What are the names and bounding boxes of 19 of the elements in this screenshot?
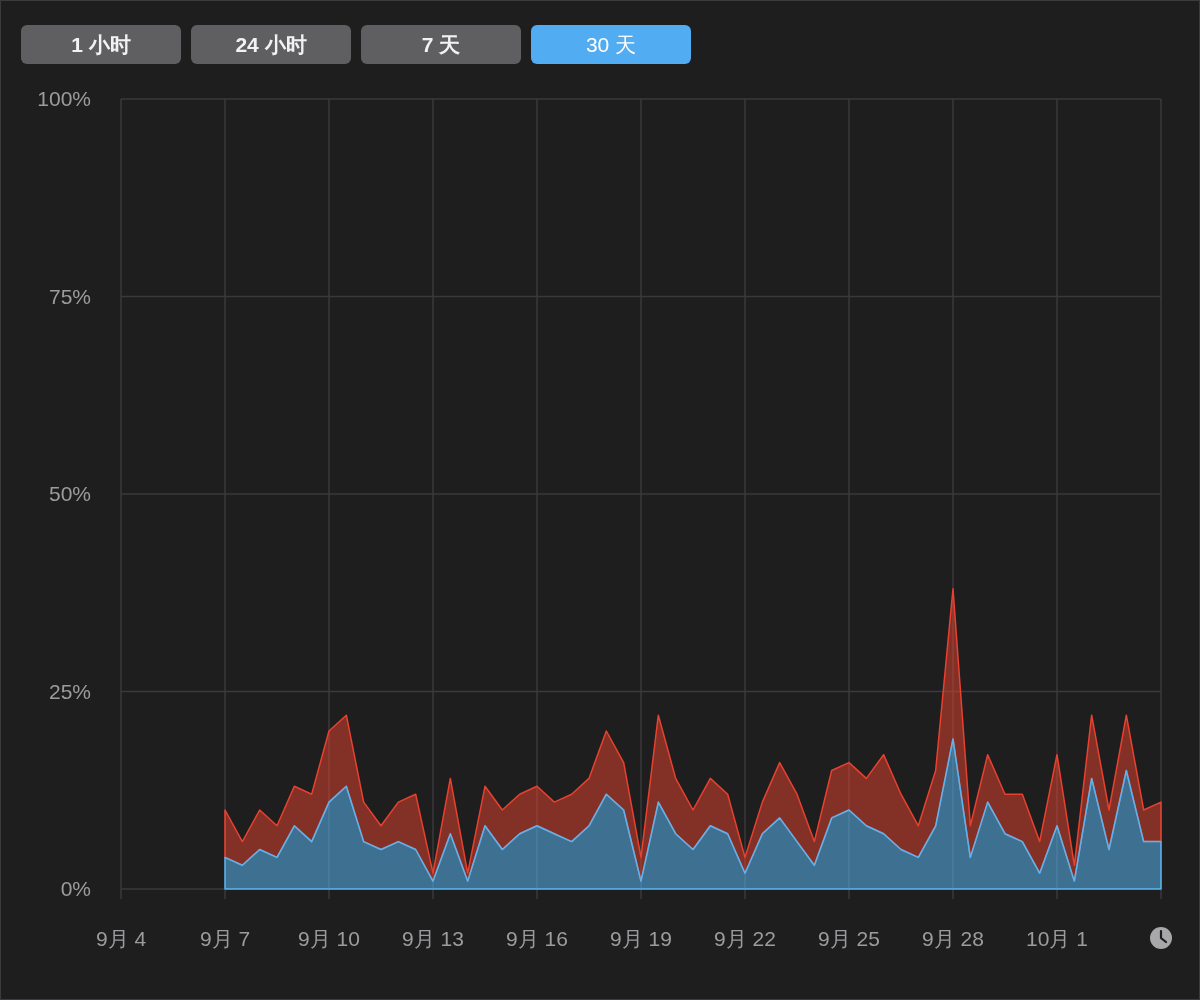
x-axis-label: 9月 7 [199, 927, 251, 950]
x-axis-label: 10月 1 [1026, 927, 1088, 950]
x-axis-label: 9月 22 [714, 927, 776, 950]
range-tab[interactable]: 1 小时 [21, 25, 181, 64]
x-axis-label: 9月 19 [610, 927, 672, 950]
y-axis-label: 50% [48, 482, 91, 505]
y-axis-label: 25% [48, 679, 91, 703]
x-axis-label: 9月 28 [922, 927, 984, 950]
y-axis-label: 0% [60, 877, 91, 900]
y-axis-label: 100% [37, 87, 91, 110]
range-tab[interactable]: 7 天 [361, 25, 521, 64]
x-axis-label: 9月 4 [95, 927, 147, 950]
x-axis-label: 9月 13 [402, 927, 464, 950]
clock-icon [1150, 927, 1172, 949]
y-axis-label: 75% [48, 284, 91, 308]
x-axis-label: 9月 25 [818, 927, 880, 950]
range-tab[interactable]: 24 小时 [191, 25, 351, 64]
x-axis-label: 9月 10 [298, 927, 360, 950]
x-axis-label: 9月 16 [506, 927, 568, 950]
